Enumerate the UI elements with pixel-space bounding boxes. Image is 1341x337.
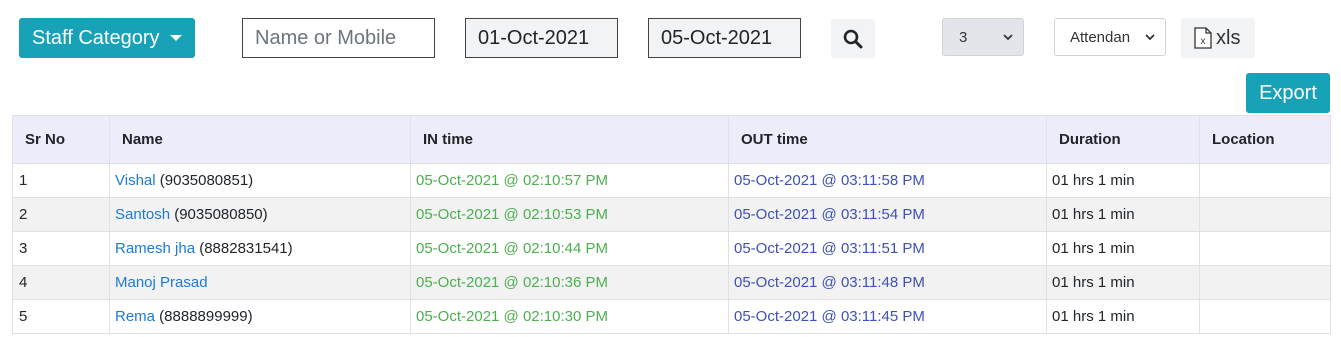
to-date-value: 05-Oct-2021: [661, 26, 773, 49]
location-cell: [1199, 299, 1331, 334]
sr-no-cell: 2: [12, 197, 110, 232]
staff-name-link[interactable]: Vishal: [115, 172, 156, 189]
svg-text:x: x: [1201, 36, 1206, 47]
name-cell: Rema (8888899999): [109, 299, 411, 334]
location-cell: [1199, 163, 1331, 198]
location-cell: [1199, 265, 1331, 300]
table-row: 5 Rema (8888899999) 05-Oct-2021 @ 02:10:…: [12, 299, 1331, 334]
out-time-cell: 05-Oct-2021 @ 03:11:51 PM: [728, 231, 1047, 266]
count-select-value: 3: [959, 28, 968, 46]
staff-mobile: (9035080851): [155, 172, 254, 189]
search-icon: [843, 29, 863, 48]
chevron-down-icon: [1145, 34, 1155, 41]
attendance-table: Sr No Name IN time OUT time Duration Loc…: [12, 115, 1331, 334]
column-header-out-time[interactable]: OUT time: [728, 115, 1047, 164]
name-cell: Ramesh jha (8882831541): [109, 231, 411, 266]
table-row: 1 Vishal (9035080851) 05-Oct-2021 @ 02:1…: [12, 163, 1331, 198]
column-header-location[interactable]: Location: [1199, 115, 1331, 164]
staff-name-link[interactable]: Ramesh jha: [115, 240, 195, 257]
in-time-cell: 05-Oct-2021 @ 02:10:53 PM: [410, 197, 729, 232]
to-date-input[interactable]: 05-Oct-2021: [648, 18, 801, 58]
in-time-cell: 05-Oct-2021 @ 02:10:44 PM: [410, 231, 729, 266]
column-header-in-time[interactable]: IN time: [410, 115, 729, 164]
staff-category-dropdown-button[interactable]: Staff Category: [19, 18, 195, 58]
sr-no-cell: 5: [12, 299, 110, 334]
export-label: Export: [1259, 81, 1317, 104]
duration-cell: 01 hrs 1 min: [1046, 197, 1200, 232]
name-cell: Vishal (9035080851): [109, 163, 411, 198]
staff-mobile: (8888899999): [155, 308, 253, 325]
name-cell: Santosh (9035080850): [109, 197, 411, 232]
xls-label: xls: [1216, 26, 1241, 49]
xls-download-button[interactable]: x xls: [1181, 18, 1255, 58]
duration-cell: 01 hrs 1 min: [1046, 231, 1200, 266]
in-time-cell: 05-Oct-2021 @ 02:10:30 PM: [410, 299, 729, 334]
table-row: 2 Santosh (9035080850) 05-Oct-2021 @ 02:…: [12, 197, 1331, 232]
search-button[interactable]: [831, 19, 875, 58]
out-time-cell: 05-Oct-2021 @ 03:11:54 PM: [728, 197, 1047, 232]
excel-file-icon: x: [1194, 27, 1212, 49]
table-row: 3 Ramesh jha (8882831541) 05-Oct-2021 @ …: [12, 231, 1331, 266]
sr-no-cell: 1: [12, 163, 110, 198]
location-cell: [1199, 197, 1331, 232]
count-select[interactable]: 3: [942, 18, 1024, 56]
column-header-name[interactable]: Name: [109, 115, 411, 164]
in-time-cell: 05-Oct-2021 @ 02:10:57 PM: [410, 163, 729, 198]
duration-cell: 01 hrs 1 min: [1046, 265, 1200, 300]
caret-down-icon: [170, 35, 183, 41]
column-header-duration[interactable]: Duration: [1046, 115, 1200, 164]
sr-no-cell: 3: [12, 231, 110, 266]
out-time-cell: 05-Oct-2021 @ 03:11:58 PM: [728, 163, 1047, 198]
name-or-mobile-search-input[interactable]: Name or Mobile: [242, 18, 435, 58]
staff-category-label: Staff Category: [32, 26, 160, 49]
from-date-value: 01-Oct-2021: [478, 26, 590, 49]
table-header-row: Sr No Name IN time OUT time Duration Loc…: [12, 115, 1331, 164]
staff-name-link[interactable]: Santosh: [115, 206, 170, 223]
table-row: 4 Manoj Prasad 05-Oct-2021 @ 02:10:36 PM…: [12, 265, 1331, 300]
export-button[interactable]: Export: [1246, 73, 1330, 113]
name-cell: Manoj Prasad: [109, 265, 411, 300]
staff-mobile: (9035080850): [170, 206, 268, 223]
chevron-down-icon: [1003, 34, 1013, 41]
out-time-cell: 05-Oct-2021 @ 03:11:48 PM: [728, 265, 1047, 300]
search-input-placeholder: Name or Mobile: [255, 26, 397, 49]
column-header-sr-no[interactable]: Sr No: [12, 115, 110, 164]
staff-name-link[interactable]: Rema: [115, 308, 155, 325]
sr-no-cell: 4: [12, 265, 110, 300]
location-cell: [1199, 231, 1331, 266]
report-type-select[interactable]: Attendan: [1054, 18, 1166, 56]
duration-cell: 01 hrs 1 min: [1046, 299, 1200, 334]
in-time-cell: 05-Oct-2021 @ 02:10:36 PM: [410, 265, 729, 300]
duration-cell: 01 hrs 1 min: [1046, 163, 1200, 198]
out-time-cell: 05-Oct-2021 @ 03:11:45 PM: [728, 299, 1047, 334]
staff-name-link[interactable]: Manoj Prasad: [115, 274, 208, 291]
staff-mobile: (8882831541): [195, 240, 293, 257]
report-type-select-value: Attendan: [1070, 28, 1131, 46]
from-date-input[interactable]: 01-Oct-2021: [465, 18, 618, 58]
